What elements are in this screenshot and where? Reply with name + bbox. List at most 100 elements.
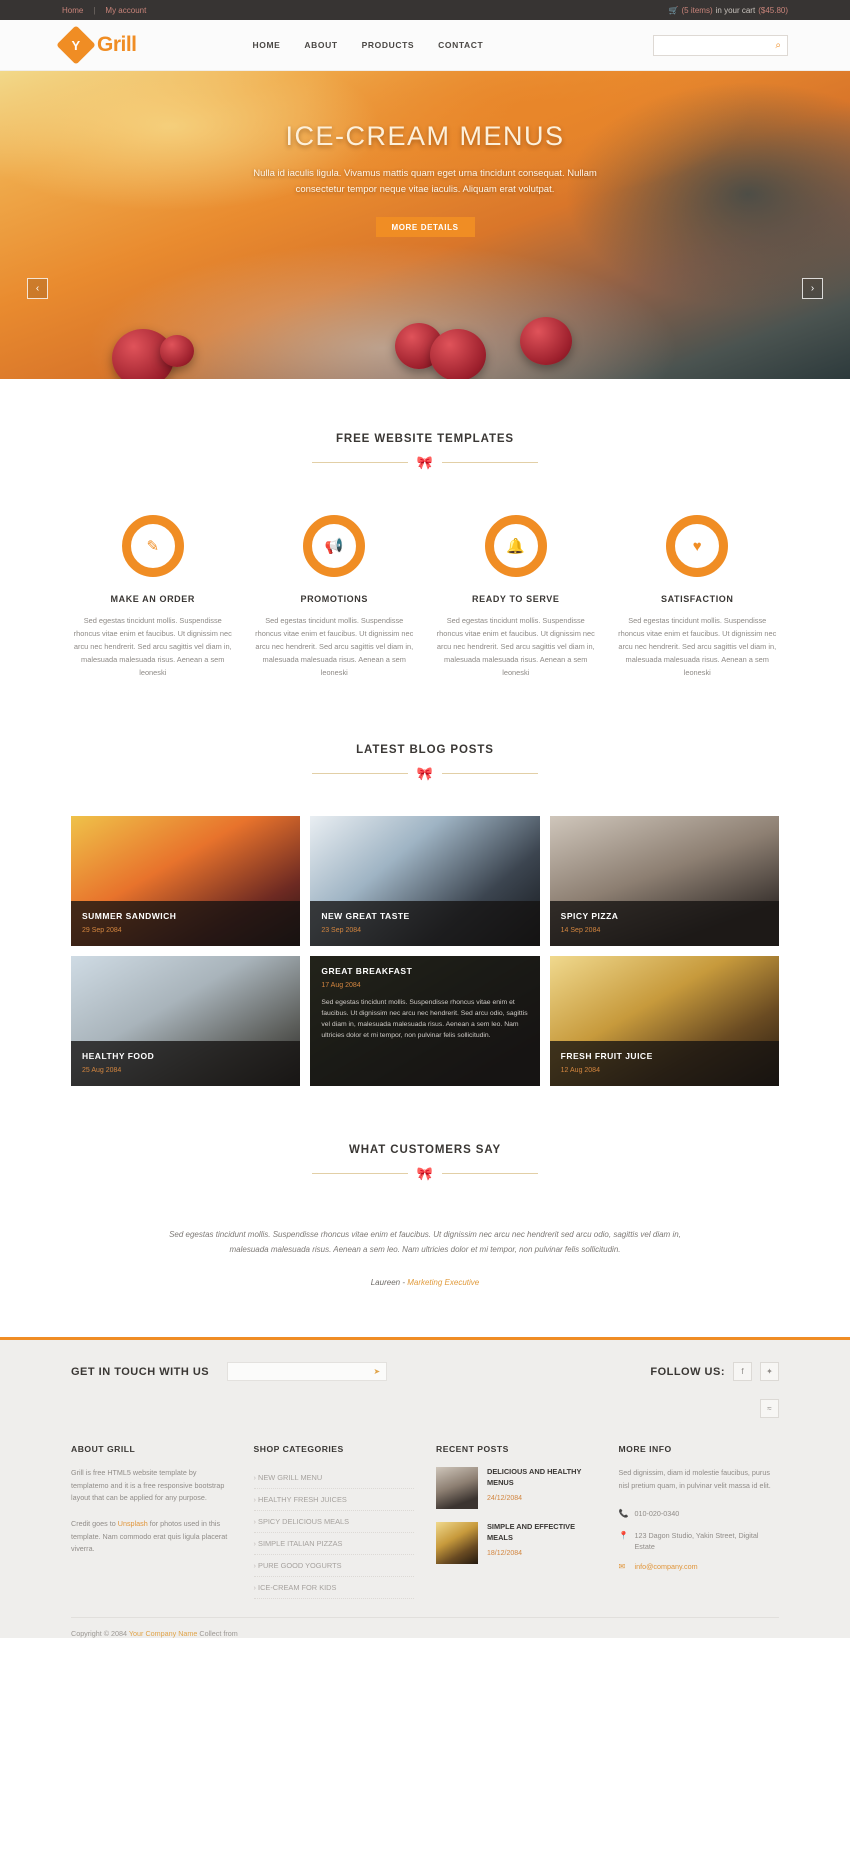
credit-pre: Credit goes to bbox=[71, 1518, 118, 1528]
blog-post-date: 14 Sep 2084 bbox=[560, 926, 601, 934]
testimonial-author-role: Marketing Executive bbox=[404, 1278, 480, 1288]
blog-grid-wrap: SUMMER SANDWICH 29 Sep 2084 NEW GREAT TA… bbox=[0, 815, 850, 1086]
location-icon: 📍 bbox=[618, 1530, 629, 1540]
about-paragraph-2: Credit goes to Unsplash for photos used … bbox=[71, 1518, 232, 1556]
slider-next-arrow-icon[interactable]: › bbox=[802, 278, 823, 299]
rss-icon[interactable]: ≈ bbox=[760, 1399, 779, 1419]
cart-summary[interactable]: 🛒 (5 items) in your cart ($45.80) bbox=[669, 6, 788, 15]
recent-post-date: 18/12/2084 bbox=[487, 1549, 523, 1557]
recent-post-item[interactable]: DELICIOUS AND HEALTHY MENUS 24/12/2084 bbox=[436, 1467, 597, 1510]
hero-title: ICE-CREAM MENUS bbox=[285, 121, 565, 151]
send-icon[interactable]: ➤ bbox=[373, 1367, 380, 1376]
blog-heading: LATEST BLOG POSTS 🎀 bbox=[0, 744, 850, 780]
testimonial-divider: 🎀 bbox=[0, 1167, 850, 1180]
blog-post-card[interactable]: NEW GREAT TASTE 23 Sep 2084 bbox=[310, 815, 540, 946]
bow-icon: 🎀 bbox=[416, 455, 434, 470]
twitter-icon[interactable]: ✦ bbox=[760, 1362, 779, 1382]
feature-title: PROMOTIONS bbox=[300, 594, 368, 604]
company-name-link[interactable]: Your Company Name bbox=[129, 1629, 197, 1638]
topbar-link-my-account[interactable]: My account bbox=[105, 6, 146, 15]
category-item[interactable]: SIMPLE ITALIAN PIZZAS bbox=[253, 1533, 414, 1556]
top-bar: Home | My account 🛒 (5 items) in your ca… bbox=[0, 0, 850, 20]
blog-post-caption: SPICY PIZZA 14 Sep 2084 bbox=[549, 900, 779, 946]
topbar-link-home[interactable]: Home bbox=[62, 6, 83, 15]
hero-subtitle: Nulla id iaculis ligula. Vivamus mattis … bbox=[253, 168, 597, 195]
cart-total: ($45.80) bbox=[758, 5, 788, 15]
feature-ring[interactable]: 📢 bbox=[303, 515, 366, 577]
divider-line-right bbox=[442, 1172, 539, 1174]
category-item[interactable]: SPICY DELICIOUS MEALS bbox=[253, 1511, 414, 1534]
copyright-post: Collect from bbox=[197, 1629, 238, 1639]
unsplash-link[interactable]: Unsplash bbox=[118, 1519, 148, 1528]
more-details-button[interactable]: MORE DETAILS bbox=[375, 217, 475, 238]
category-item[interactable]: HEALTHY FRESH JUICES bbox=[253, 1489, 414, 1512]
blog-post-date: 12 Aug 2084 bbox=[560, 1066, 600, 1074]
blog-post-date: 25 Aug 2084 bbox=[82, 1066, 122, 1074]
nav-item-home[interactable]: HOME bbox=[253, 40, 281, 50]
blog-post-card[interactable]: SUMMER SANDWICH 29 Sep 2084 bbox=[71, 815, 301, 946]
blog-post-date: 17 Aug 2084 bbox=[321, 981, 361, 989]
blog-post-title: HEALTHY FOOD bbox=[82, 1050, 155, 1061]
blog-grid: SUMMER SANDWICH 29 Sep 2084 NEW GREAT TA… bbox=[71, 815, 779, 1086]
search-box[interactable]: ⌕ bbox=[653, 34, 788, 56]
blog-post-date: 23 Sep 2084 bbox=[321, 926, 362, 934]
newsletter-input[interactable] bbox=[234, 1368, 374, 1376]
footer-column-categories: SHOP CATEGORIES NEW GRILL MENU HEALTHY F… bbox=[253, 1444, 414, 1600]
feature-text: Sed egestas tincidunt mollis. Suspendiss… bbox=[618, 616, 777, 677]
blog-post-caption: FRESH FRUIT JUICE 12 Aug 2084 bbox=[549, 1040, 779, 1086]
blog-post-caption: HEALTHY FOOD 25 Aug 2084 bbox=[71, 1040, 301, 1086]
recent-post-item[interactable]: SIMPLE AND EFFECTIVE MEALS 18/12/2084 bbox=[436, 1522, 597, 1565]
heart-icon: ♥ bbox=[692, 537, 702, 555]
logo-diamond-icon: Y bbox=[56, 25, 96, 65]
blog-post-card[interactable]: HEALTHY FOOD 25 Aug 2084 bbox=[71, 955, 301, 1086]
feature-text: Sed egestas tincidunt mollis. Suspendiss… bbox=[436, 616, 595, 677]
feature-title: SATISFACTION bbox=[660, 594, 734, 604]
bow-icon: 🎀 bbox=[416, 765, 434, 781]
feature-text: Sed egestas tincidunt mollis. Suspendiss… bbox=[73, 616, 232, 677]
feature-item-make-an-order: ✎ MAKE AN ORDER Sed egestas tincidunt mo… bbox=[62, 515, 244, 680]
divider-line-right bbox=[442, 772, 539, 774]
berry bbox=[430, 329, 486, 379]
site-header: Y Grill HOME ABOUT PRODUCTS CONTACT ⌕ bbox=[0, 20, 850, 71]
logo[interactable]: Y Grill bbox=[56, 25, 137, 65]
feature-ring[interactable]: 🔔 bbox=[484, 515, 547, 577]
megaphone-icon: 📢 bbox=[324, 538, 344, 555]
features-section: FREE WEBSITE TEMPLATES 🎀 ✎ MAKE AN ORDER… bbox=[0, 379, 850, 680]
recent-post-title: SIMPLE AND EFFECTIVE MEALS bbox=[487, 1522, 576, 1542]
feature-ring[interactable]: ♥ bbox=[666, 515, 729, 577]
testimonial-heading: WHAT CUSTOMERS SAY 🎀 bbox=[0, 1144, 850, 1180]
feature-ring[interactable]: ✎ bbox=[121, 515, 184, 577]
address-text: 123 Dagon Studio, Yakin Street, Digital … bbox=[634, 1530, 759, 1551]
email-link[interactable]: info@company.com bbox=[635, 1561, 698, 1573]
search-input[interactable] bbox=[660, 40, 776, 50]
blog-post-card[interactable]: FRESH FRUIT JUICE 12 Aug 2084 bbox=[549, 955, 779, 1086]
category-item[interactable]: NEW GRILL MENU bbox=[253, 1467, 414, 1490]
feature-list: ✎ MAKE AN ORDER Sed egestas tincidunt mo… bbox=[0, 515, 850, 680]
about-paragraph-1: Grill is free HTML5 website template by … bbox=[71, 1468, 225, 1503]
phone-icon: 📞 bbox=[618, 1509, 629, 1519]
categories-title: SHOP CATEGORIES bbox=[253, 1444, 344, 1455]
facebook-icon[interactable]: f bbox=[733, 1362, 752, 1382]
category-list: NEW GRILL MENU HEALTHY FRESH JUICES SPIC… bbox=[253, 1467, 414, 1600]
category-item[interactable]: PURE GOOD YOGURTS bbox=[253, 1555, 414, 1578]
blog-post-card[interactable]: SPICY PIZZA 14 Sep 2084 bbox=[549, 815, 779, 946]
phone-number[interactable]: 010-020-0340 bbox=[635, 1508, 680, 1520]
blog-post-card[interactable]: GREAT BREAKFAST 17 Aug 2084 Sed egestas … bbox=[310, 955, 540, 1086]
category-item[interactable]: ICE-CREAM FOR KIDS bbox=[253, 1577, 414, 1600]
follow-us-label: FOLLOW US: bbox=[650, 1365, 725, 1378]
features-title: FREE WEBSITE TEMPLATES bbox=[335, 433, 515, 445]
main-nav: HOME ABOUT PRODUCTS CONTACT bbox=[253, 40, 484, 50]
search-icon[interactable]: ⌕ bbox=[775, 40, 781, 51]
get-in-touch-title: GET IN TOUCH WITH US bbox=[71, 1365, 210, 1378]
nav-item-contact[interactable]: CONTACT bbox=[438, 40, 483, 50]
slider-prev-arrow-icon[interactable]: ‹ bbox=[27, 278, 48, 299]
email-line: ✉ info@company.com bbox=[619, 1561, 780, 1573]
nav-item-products[interactable]: PRODUCTS bbox=[362, 40, 415, 50]
nav-item-about[interactable]: ABOUT bbox=[304, 40, 337, 50]
divider-line-left bbox=[311, 772, 408, 774]
blog-post-title: SUMMER SANDWICH bbox=[82, 910, 177, 921]
newsletter-box[interactable]: ➤ bbox=[227, 1362, 388, 1382]
feature-item-satisfaction: ♥ SATISFACTION Sed egestas tincidunt mol… bbox=[607, 515, 789, 680]
blog-post-title: FRESH FRUIT JUICE bbox=[560, 1050, 653, 1061]
blog-post-date: 29 Sep 2084 bbox=[82, 926, 122, 934]
